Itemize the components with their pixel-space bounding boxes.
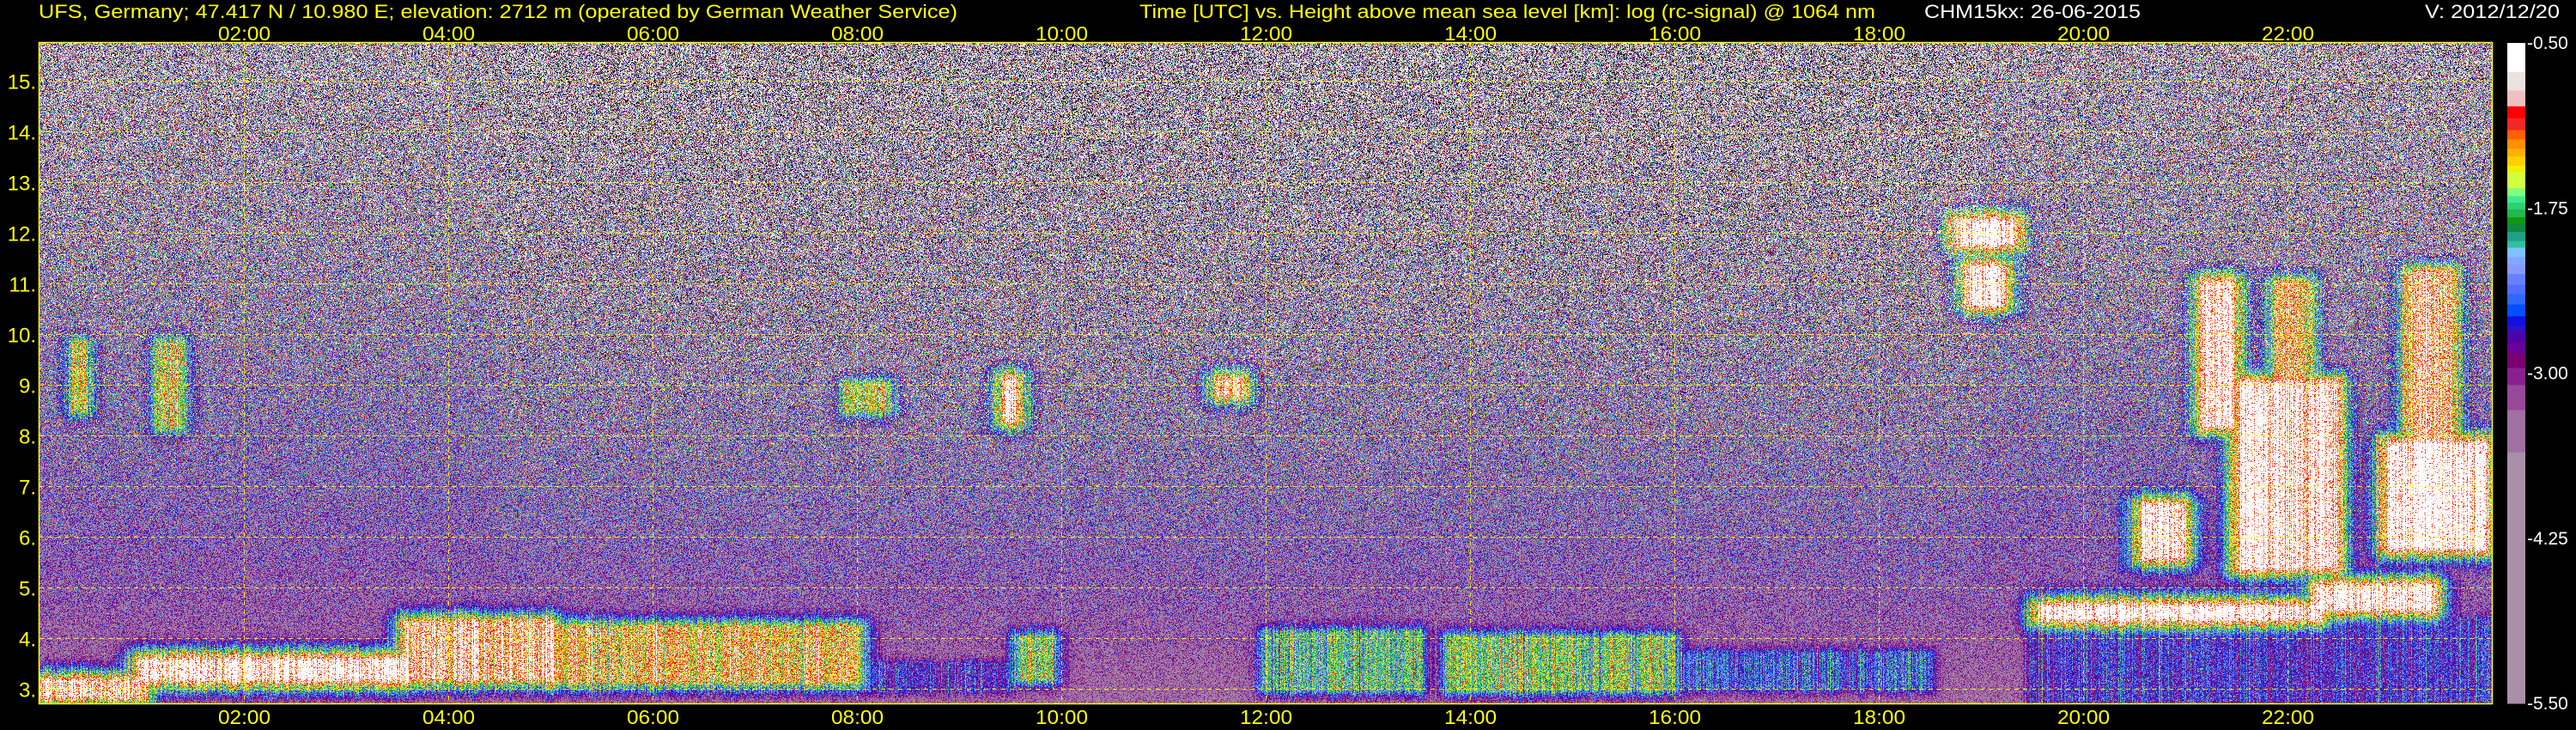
x-tick-label-bottom: 02:00 [218,706,270,728]
colorbar-swatch [2507,139,2525,149]
x-axis-top: 02:00 04:00 06:00 08:00 10:00 12:00 14:00 16:00… [218,22,2314,45]
colorbar-swatch [2507,257,2525,265]
y-tick-label: 4. [19,629,36,652]
colorbar-tick-label: -0.50 [2527,33,2568,53]
x-tick-label-top: 02:00 [218,22,270,45]
x-tick-label-bottom: 06:00 [627,706,679,728]
colorbar-swatch [2507,71,2525,91]
y-axis: 3. 4. 5. 6. 7. 8. 9. 10. 11. 12. 13. 14. 15. [8,71,36,703]
y-tick-label: 6. [19,527,36,551]
x-tick-label-top: 14:00 [1444,22,1497,45]
chart-overlay: UFS, Germany; 47.417 N / 10.980 E; eleva… [8,1,2568,728]
colorbar-swatch [2507,106,2525,119]
y-tick-label: 13. [8,173,36,196]
x-tick-label-bottom: 20:00 [2057,706,2110,728]
x-tick-label-top: 20:00 [2057,22,2110,45]
x-tick-label-bottom: 14:00 [1444,706,1497,728]
colorbar-swatch [2507,247,2525,258]
x-tick-label-top: 16:00 [1649,22,1701,45]
colorbar-swatch [2507,325,2525,333]
y-tick-label: 3. [19,679,36,703]
x-tick-label-top: 22:00 [2262,22,2314,45]
plot-description: Time [UTC] vs. Height above mean sea lev… [1139,1,1875,22]
colorbar-swatch [2507,90,2525,107]
x-tick-label-bottom: 10:00 [1036,706,1088,728]
y-tick-label: 10. [8,325,36,348]
colorbar-swatch [2507,343,2525,354]
colorbar-swatch [2507,410,2525,453]
colorbar-swatch [2507,118,2525,131]
station-title: UFS, Germany; 47.417 N / 10.980 E; eleva… [39,1,957,22]
colorbar-swatch [2507,274,2525,285]
version-label: V: 2012/12/20 [2425,1,2560,22]
x-tick-label-bottom: 22:00 [2262,706,2314,728]
x-tick-label-bottom: 08:00 [831,706,884,728]
colorbar-swatch [2507,203,2525,210]
colorbar-swatch [2507,452,2525,704]
x-tick-label-bottom: 18:00 [1853,706,1905,728]
ceilometer-plot: UFS, Germany; 47.417 N / 10.980 E; eleva… [0,0,2576,730]
colorbar-tick-label: -4.25 [2527,529,2568,549]
x-tick-label-top: 04:00 [422,22,475,45]
colorbar-swatch [2507,316,2525,326]
colorbar-tick-label: -5.50 [2527,694,2568,714]
x-tick-label-top: 10:00 [1036,22,1088,45]
colorbar-swatch [2507,231,2525,242]
colorbar-swatch [2507,304,2525,317]
colorbar-swatch [2507,217,2525,225]
x-tick-label-bottom: 04:00 [422,706,475,728]
y-tick-label: 8. [19,426,36,449]
colorbar-swatch [2507,353,2525,368]
instrument-date: CHM15kx: 26-06-2015 [1924,1,2141,22]
y-tick-label: 9. [19,375,36,398]
x-tick-label-bottom: 12:00 [1240,706,1292,728]
y-tick-label: 7. [19,477,36,500]
colorbar-swatch [2507,385,2525,411]
colorbar-swatch [2507,156,2525,167]
colorbar-swatch [2507,240,2525,248]
colorbar-swatch [2507,332,2525,344]
colorbar: -0.50 -1.75 -3.00 -4.25 -5.50 [2507,33,2568,714]
x-tick-label-top: 12:00 [1240,22,1292,45]
colorbar-swatch [2507,284,2525,295]
y-tick-label: 12. [8,223,36,246]
y-tick-label: 5. [19,578,36,601]
y-tick-label: 15. [8,71,36,94]
colorbar-swatch [2507,196,2525,204]
colorbar-swatch [2507,149,2525,157]
y-tick-label: 14. [8,122,36,145]
colorbar-swatch [2507,43,2525,73]
colorbar-swatch [2507,294,2525,306]
colorbar-swatch [2507,368,2525,386]
colorbar-swatch [2507,172,2525,189]
colorbar-swatch [2507,166,2525,173]
grid-lines [39,43,2492,703]
x-tick-label-top: 08:00 [831,22,884,45]
colorbar-tick-label: -3.00 [2527,364,2568,384]
colorbar-swatch [2507,130,2525,140]
x-tick-label-top: 18:00 [1853,22,1905,45]
y-tick-label: 11. [9,274,36,297]
colorbar-swatch [2507,223,2525,233]
colorbar-tick-label: -1.75 [2527,198,2568,218]
x-tick-label-bottom: 16:00 [1649,706,1701,728]
x-tick-label-top: 06:00 [627,22,679,45]
colorbar-swatch [2507,265,2525,275]
colorbar-swatch [2507,188,2525,197]
x-axis-bottom: 02:00 04:00 06:00 08:00 10:00 12:00 14:00 16:00… [218,706,2314,728]
colorbar-swatch [2507,209,2525,218]
